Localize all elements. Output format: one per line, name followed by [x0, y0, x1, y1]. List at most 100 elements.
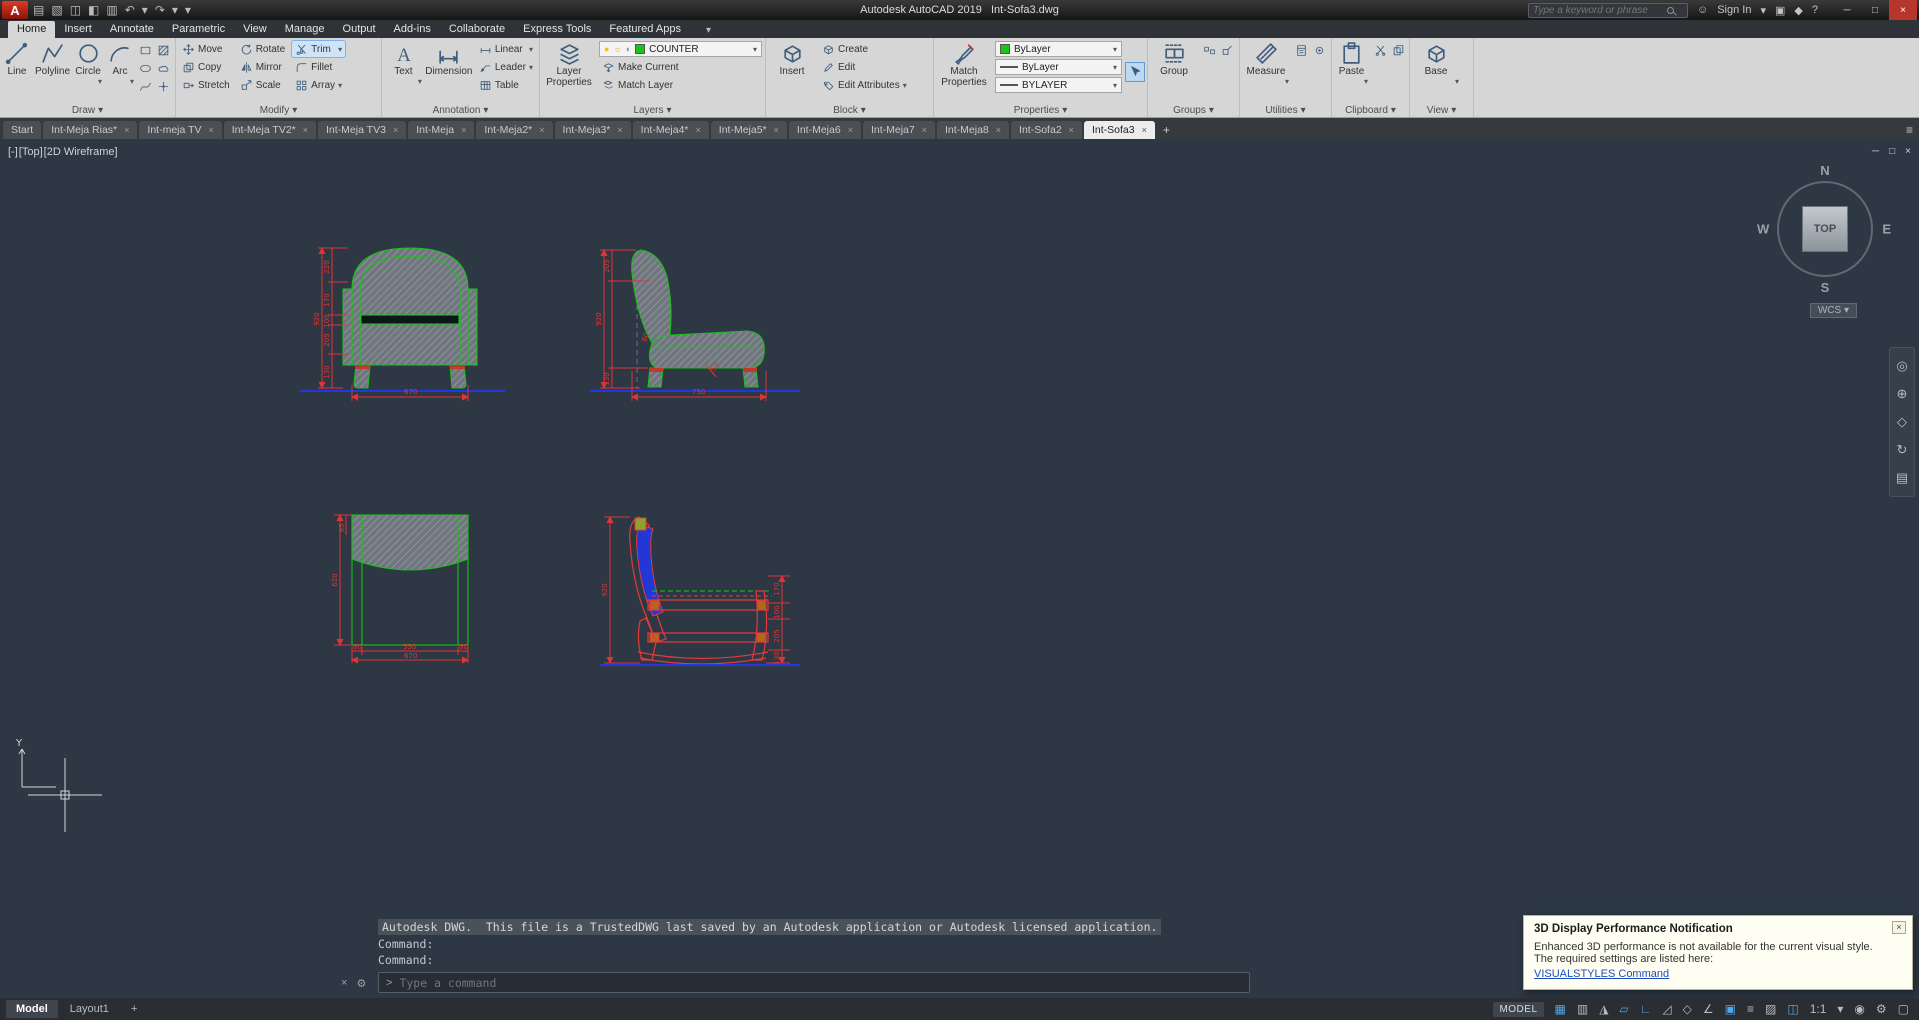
model-tab[interactable]: Model: [6, 1000, 58, 1018]
doc-tab-start[interactable]: Start: [3, 121, 41, 139]
tab-overflow-menu-icon[interactable]: ≡: [1900, 121, 1919, 139]
redo-chevron-icon[interactable]: ▾: [172, 3, 178, 17]
snap-mode-icon[interactable]: ▥: [1577, 1002, 1588, 1016]
undo-chevron-icon[interactable]: ▾: [142, 3, 148, 17]
doc-minimize-icon[interactable]: ─: [1872, 146, 1879, 157]
tab-close-icon[interactable]: ×: [922, 125, 927, 135]
array-chevron-icon[interactable]: ▾: [338, 81, 342, 90]
match-layer-button[interactable]: Match Layer: [599, 77, 762, 93]
open-icon[interactable]: ▧: [51, 3, 62, 17]
tab-close-icon[interactable]: ×: [617, 125, 622, 135]
tab-close-icon[interactable]: ×: [303, 125, 308, 135]
polar-tracking-icon[interactable]: ◿: [1662, 1002, 1671, 1016]
tab-home[interactable]: Home: [8, 21, 55, 38]
frame-front-view[interactable]: 620 95 60 550 60 670: [331, 515, 468, 663]
tab-manage[interactable]: Manage: [276, 21, 334, 38]
pan-icon[interactable]: ⊕: [1897, 386, 1908, 402]
layer-color-swatch[interactable]: [635, 44, 645, 54]
showmotion-icon[interactable]: ▤: [1896, 470, 1908, 486]
tab-output[interactable]: Output: [334, 21, 385, 38]
measure-chevron-icon[interactable]: ▾: [1285, 78, 1289, 86]
keyword-search[interactable]: [1528, 3, 1688, 18]
copy-clip-icon[interactable]: [1390, 42, 1406, 58]
quick-select-icon[interactable]: [1126, 63, 1144, 81]
frame-side-view[interactable]: 920 170 100 205 130: [600, 517, 800, 665]
tab-close-icon[interactable]: ×: [1069, 125, 1074, 135]
spline-icon[interactable]: [138, 78, 154, 94]
doc-tab[interactable]: Int-Meja×: [408, 121, 474, 139]
cut-icon[interactable]: [1372, 42, 1388, 58]
line-button[interactable]: Line: [3, 39, 31, 104]
tab-insert[interactable]: Insert: [55, 21, 101, 38]
doc-tab[interactable]: Int-Meja5*×: [711, 121, 787, 139]
viewport-visualstyle-control[interactable]: [2D Wireframe]: [44, 146, 118, 158]
plot-icon[interactable]: ▥: [106, 3, 117, 17]
object-snap-icon[interactable]: ▣: [1725, 1002, 1736, 1016]
panel-label-clipboard[interactable]: Clipboard▾: [1335, 104, 1406, 117]
layer-lock-icon[interactable]: ◐: [626, 45, 631, 54]
ribbon-minimize-icon[interactable]: ▾: [700, 23, 717, 38]
doc-restore-icon[interactable]: □: [1889, 146, 1895, 157]
redo-icon[interactable]: ↷: [155, 3, 165, 17]
scale-button[interactable]: Scale: [237, 77, 288, 93]
panel-label-groups[interactable]: Groups▾: [1151, 104, 1236, 117]
edit-attributes-button[interactable]: Edit Attributes▾: [819, 77, 910, 93]
arc-chevron-icon[interactable]: ▾: [130, 78, 134, 86]
model-space-button[interactable]: MODEL: [1493, 1002, 1543, 1017]
layer-thaw-icon[interactable]: ☼: [613, 45, 621, 54]
edit-attributes-chevron-icon[interactable]: ▾: [903, 81, 907, 90]
panel-label-modify[interactable]: Modify▾: [179, 104, 378, 117]
rectangle-tool-icon[interactable]: [138, 42, 154, 58]
tab-close-icon[interactable]: ×: [848, 125, 853, 135]
doc-tab[interactable]: Int-Meja Rias*×: [43, 121, 137, 139]
paste-chevron-icon[interactable]: ▾: [1364, 78, 1368, 86]
fillet-button[interactable]: Fillet: [292, 59, 345, 75]
trim-button[interactable]: Trim▾: [292, 41, 345, 57]
restore-button[interactable]: □: [1861, 0, 1889, 20]
trim-chevron-icon[interactable]: ▾: [338, 45, 342, 54]
layer-select-dropdown[interactable]: ● ☼ ◐ COUNTER ▾: [599, 41, 762, 57]
panel-label-utilities[interactable]: Utilities▾: [1243, 104, 1328, 117]
close-button[interactable]: ×: [1889, 0, 1917, 20]
tab-close-icon[interactable]: ×: [393, 125, 398, 135]
layer-dropdown-chevron-icon[interactable]: ▾: [753, 45, 757, 54]
rotate-button[interactable]: Rotate: [237, 41, 288, 57]
doc-tab[interactable]: Int-Meja8×: [937, 121, 1009, 139]
orbit-icon[interactable]: ↻: [1897, 442, 1908, 458]
dimension-button[interactable]: Dimension: [426, 39, 472, 104]
circle-button[interactable]: Circle ▾: [74, 39, 102, 104]
cad-drawing[interactable]: .g{stroke:#17c317;fill:none;stroke-width…: [0, 139, 1919, 998]
viewcube-east[interactable]: E: [1882, 222, 1891, 237]
panel-label-properties[interactable]: Properties▾: [937, 104, 1144, 117]
viewcube-top-face[interactable]: TOP: [1802, 206, 1848, 252]
doc-close-icon[interactable]: ×: [1905, 146, 1911, 157]
id-point-icon[interactable]: [1311, 42, 1327, 58]
tab-featured-apps[interactable]: Featured Apps: [600, 21, 690, 38]
layout1-tab[interactable]: Layout1: [60, 1000, 119, 1018]
annotation-scale-button[interactable]: 1:1: [1810, 1002, 1827, 1016]
new-icon[interactable]: ▤: [33, 3, 44, 17]
qat-customize-icon[interactable]: ▾: [185, 3, 191, 17]
doc-tab[interactable]: Int-Meja7×: [863, 121, 935, 139]
command-line[interactable]: >: [378, 972, 1250, 993]
layer-properties-button[interactable]: Layer Properties: [543, 39, 595, 104]
point-icon[interactable]: [156, 78, 172, 94]
panel-label-block[interactable]: Block▾: [769, 104, 930, 117]
object-color-dropdown[interactable]: ByLayer ▾: [995, 41, 1122, 57]
doc-tab[interactable]: Int-Meja TV3×: [318, 121, 406, 139]
panel-label-draw[interactable]: Draw▾: [3, 104, 172, 117]
base-button[interactable]: Base ▾: [1413, 39, 1459, 104]
infer-constraints-icon[interactable]: ◮: [1599, 1002, 1608, 1016]
zoom-extents-icon[interactable]: ◇: [1897, 414, 1907, 430]
ortho-mode-icon[interactable]: ∟: [1640, 1002, 1652, 1016]
help-icon[interactable]: ?: [1812, 4, 1818, 16]
panel-label-annotation[interactable]: Annotation▾: [385, 104, 536, 117]
doc-tab[interactable]: Int-Meja6×: [789, 121, 861, 139]
wcs-dropdown[interactable]: WCS ▾: [1810, 303, 1857, 318]
mirror-button[interactable]: Mirror: [237, 59, 288, 75]
viewcube-south[interactable]: S: [1821, 280, 1830, 295]
drawing-canvas[interactable]: [-] [Top] [2D Wireframe] ─ □ × .g{stroke…: [0, 139, 1919, 998]
ellipse-icon[interactable]: [138, 60, 154, 76]
command-input[interactable]: [399, 976, 1242, 990]
quick-calc-icon[interactable]: [1293, 42, 1309, 58]
